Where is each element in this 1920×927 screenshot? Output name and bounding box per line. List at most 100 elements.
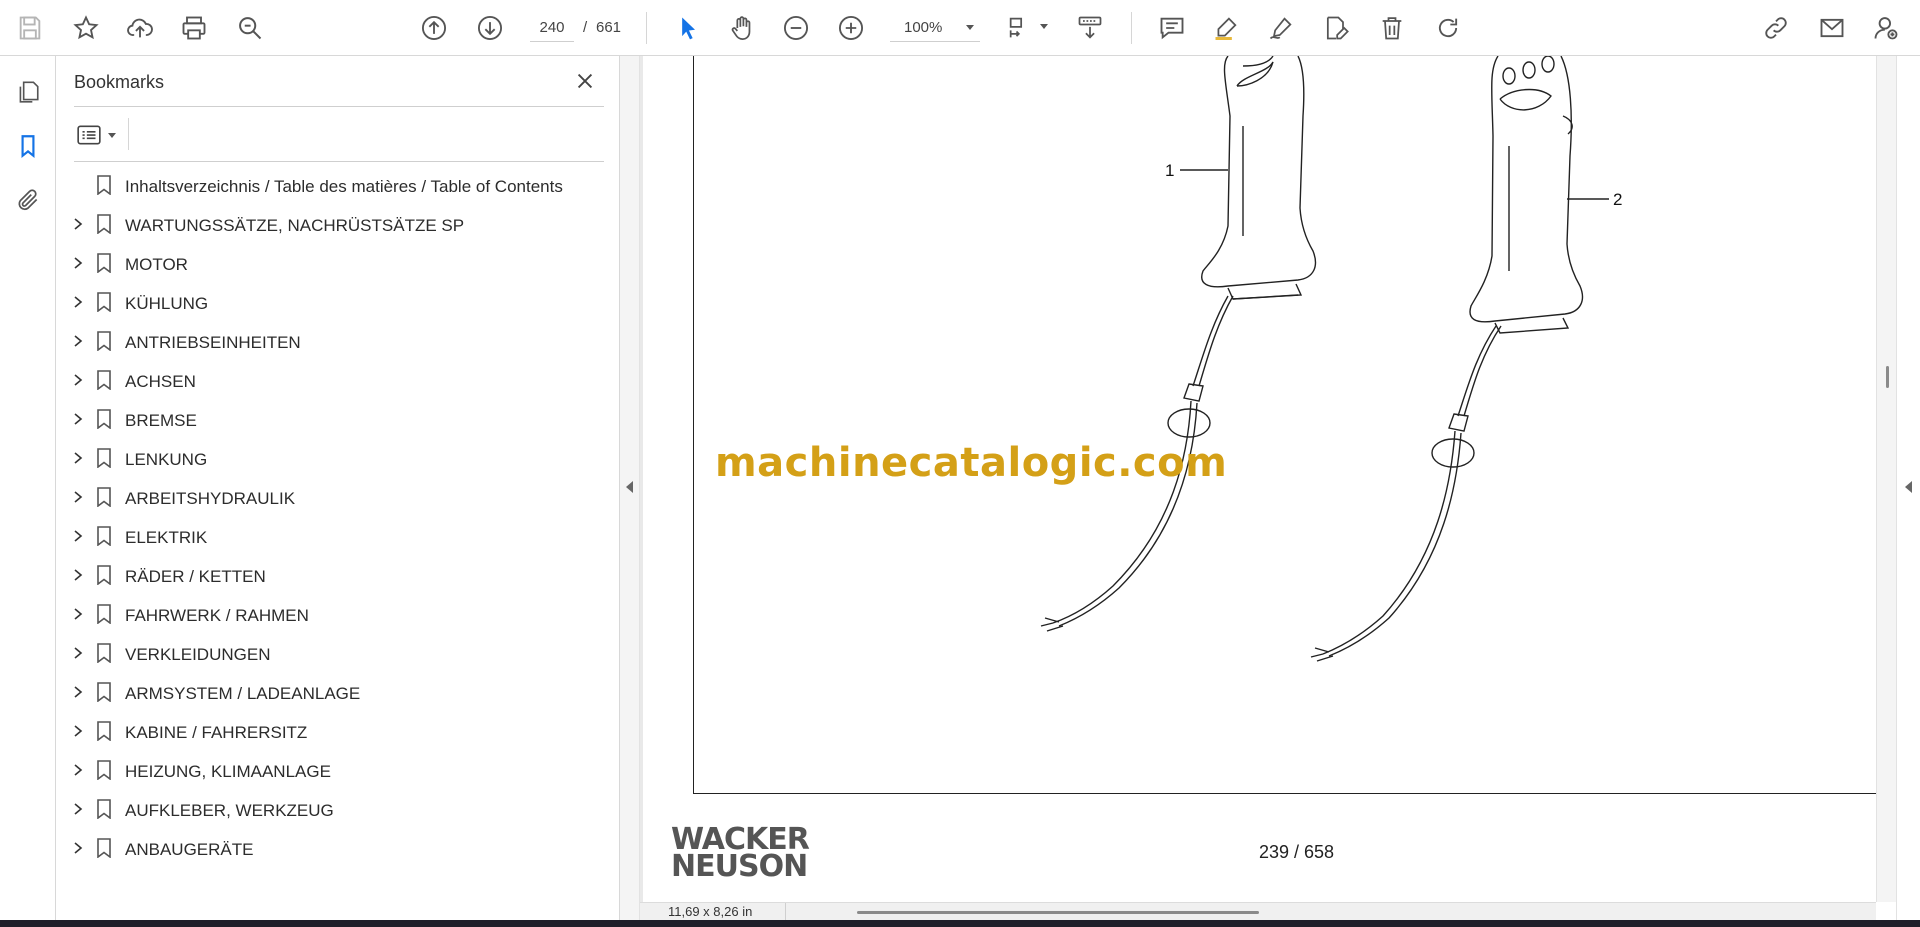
chevron-right-icon[interactable] [71,763,85,777]
document-viewer[interactable]: 1 2 machinecatalogic.com WACKER NEUSON 2… [640,56,1876,920]
bookmark-icon [97,604,111,624]
bookmark-item[interactable]: ACHSEN [56,361,616,400]
scroll-mode-icon[interactable] [1072,10,1108,46]
scrollbar-thumb[interactable] [1886,366,1889,388]
chevron-down-icon [108,132,116,138]
callout-2-label: 2 [1613,190,1622,209]
chevron-right-icon[interactable] [71,217,85,231]
bookmark-item[interactable]: MOTOR [56,244,616,283]
bookmark-options-button[interactable] [76,120,124,150]
bookmark-label: WARTUNGSSÄTZE, NACHRÜSTSÄTZE SP [125,216,465,235]
bookmark-item[interactable]: LENKUNG [56,439,616,478]
bookmark-item[interactable]: ELEKTRIK [56,517,616,556]
page-fit-icon[interactable] [1002,10,1038,46]
bookmark-icon [97,682,111,702]
chevron-right-icon[interactable] [71,256,85,270]
chevron-down-icon [966,25,974,30]
chevron-right-icon[interactable] [71,685,85,699]
bookmark-item[interactable]: Inhaltsverzeichnis / Table des matières … [56,166,616,205]
bookmark-label: VERKLEIDUNGEN [125,645,271,664]
left-navigation-rail [0,56,56,920]
page-thumbnails-icon[interactable] [12,76,44,108]
find-icon[interactable] [232,10,268,46]
bookmark-icon [97,643,111,663]
chevron-down-icon[interactable] [1040,24,1048,29]
chevron-right-icon[interactable] [71,646,85,660]
os-taskbar [0,920,1920,927]
pdf-page: 1 2 machinecatalogic.com WACKER NEUSON 2… [643,56,1876,902]
chevron-right-icon[interactable] [71,802,85,816]
page-size-label: 11,69 x 8,26 in [668,904,753,919]
next-page-icon[interactable] [472,10,508,46]
joystick-2-illustration [1310,56,1584,662]
bookmark-item[interactable]: ANTRIEBSEINHEITEN [56,322,616,361]
collapse-left-pane-button[interactable] [620,56,640,920]
bookmark-icon [97,214,111,234]
print-icon[interactable] [176,10,212,46]
chevron-left-icon [1905,481,1912,493]
redo-icon[interactable] [1430,10,1466,46]
share-link-icon[interactable] [1758,10,1794,46]
bookmark-item[interactable]: WARTUNGSSÄTZE, NACHRÜSTSÄTZE SP [56,205,616,244]
chevron-right-icon[interactable] [71,529,85,543]
bookmark-item[interactable]: RÄDER / KETTEN [56,556,616,595]
horizontal-scrollbar[interactable] [857,911,1259,914]
chevron-right-icon[interactable] [71,568,85,582]
email-icon[interactable] [1814,10,1850,46]
chevron-right-icon[interactable] [71,490,85,504]
upload-cloud-icon[interactable] [122,10,158,46]
bookmark-item[interactable]: ANBAUGERÄTE [56,829,616,868]
chevron-right-icon[interactable] [71,412,85,426]
chevron-right-icon[interactable] [71,373,85,387]
highlight-icon[interactable] [1208,10,1244,46]
save-icon[interactable] [12,10,48,46]
chevron-right-icon[interactable] [71,451,85,465]
bookmark-item[interactable]: KÜHLUNG [56,283,616,322]
close-icon[interactable] [572,68,598,94]
vertical-scrollbar[interactable] [1876,56,1896,902]
bookmark-item[interactable]: BREMSE [56,400,616,439]
bookmark-icon [97,253,111,273]
collapse-right-pane-button[interactable] [1896,56,1920,920]
select-arrow-icon[interactable] [670,10,706,46]
bookmark-icon [97,526,111,546]
delete-icon[interactable] [1374,10,1410,46]
account-icon[interactable] [1868,10,1904,46]
chevron-right-icon[interactable] [71,724,85,738]
status-bar: 11,69 x 8,26 in [640,902,1876,921]
chevron-right-icon[interactable] [71,334,85,348]
bookmark-icon [97,331,111,351]
page-separator: / [583,19,588,36]
attachments-icon[interactable] [12,184,44,216]
bookmark-item[interactable]: ARMSYSTEM / LADEANLAGE [56,673,616,712]
zoom-out-icon[interactable] [778,10,814,46]
draw-icon[interactable] [1263,10,1299,46]
bookmark-item[interactable]: VERKLEIDUNGEN [56,634,616,673]
bookmark-label: KABINE / FAHRERSITZ [125,723,308,742]
bookmark-item[interactable]: FAHRWERK / RAHMEN [56,595,616,634]
bookmark-item[interactable]: ARBEITSHYDRAULIK [56,478,616,517]
bookmark-icon [97,487,111,507]
chevron-right-icon[interactable] [71,607,85,621]
bookmarks-icon[interactable] [12,130,44,162]
hand-icon[interactable] [724,10,760,46]
star-icon[interactable] [68,10,104,46]
prev-page-icon[interactable] [416,10,452,46]
comment-icon[interactable] [1154,10,1190,46]
bookmark-item[interactable]: AUFKLEBER, WERKZEUG [56,790,616,829]
bookmark-item[interactable]: HEIZUNG, KLIMAANLAGE [56,751,616,790]
divider [74,161,604,162]
divider [785,903,786,921]
bookmark-icon [97,409,111,429]
bookmark-label: FAHRWERK / RAHMEN [125,606,309,625]
zoom-select[interactable]: 100% [890,14,980,42]
chevron-right-icon[interactable] [71,841,85,855]
bookmark-label: BREMSE [125,411,197,430]
fill-sign-icon[interactable] [1318,10,1354,46]
chevron-right-icon[interactable] [71,295,85,309]
bookmark-item[interactable]: KABINE / FAHRERSITZ [56,712,616,751]
page-number-input[interactable] [530,14,574,42]
bookmark-label: RÄDER / KETTEN [125,567,266,586]
bookmark-label: ANTRIEBSEINHEITEN [125,333,301,352]
zoom-in-icon[interactable] [833,10,869,46]
